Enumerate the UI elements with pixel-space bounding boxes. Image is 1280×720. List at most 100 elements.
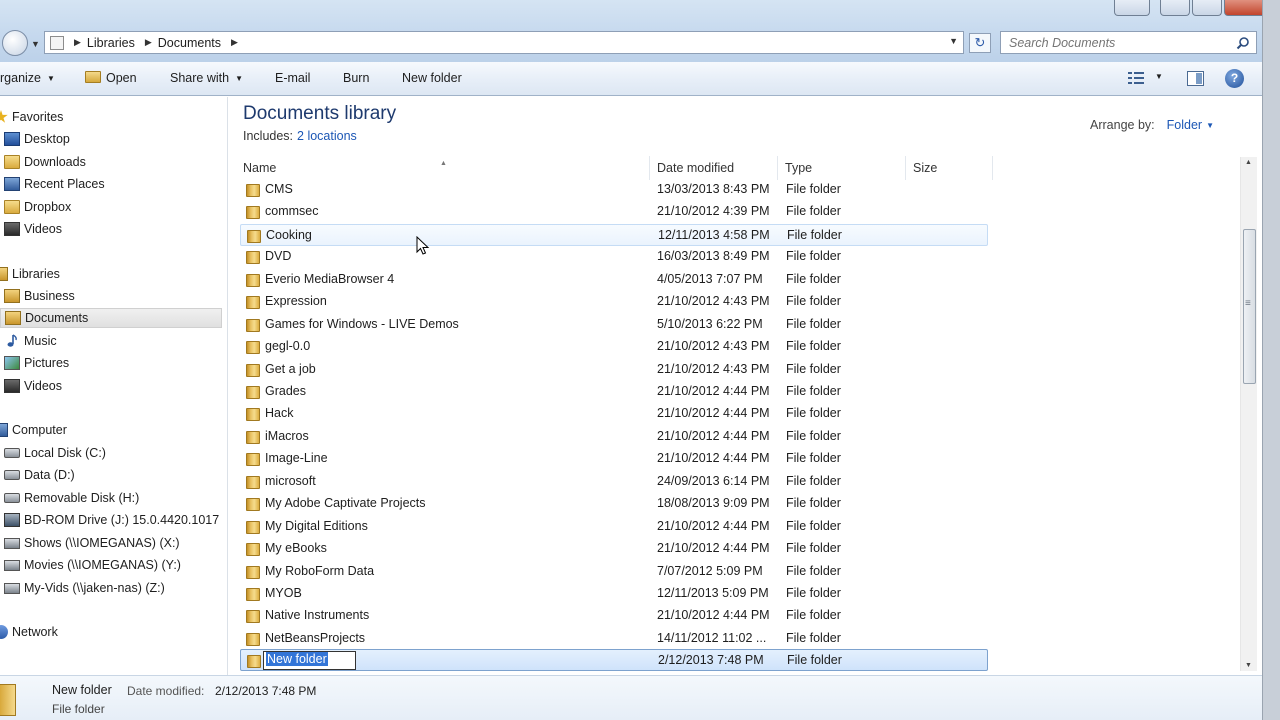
nav-data-d[interactable]: Data (D:) xyxy=(0,465,222,485)
file-type: File folder xyxy=(786,339,841,353)
maximize-button[interactable] xyxy=(1192,0,1222,16)
folder-icon xyxy=(246,566,260,579)
nav-removable-disk-h[interactable]: Removable Disk (H:) xyxy=(0,488,222,508)
nav-favorites[interactable]: Favorites xyxy=(0,107,222,127)
email-button[interactable]: E-mail xyxy=(275,71,310,85)
folder-icon xyxy=(246,633,260,646)
search-box[interactable] xyxy=(1000,31,1257,54)
file-row[interactable]: microsoft 24/09/2013 6:14 PM File folder xyxy=(240,471,988,493)
scroll-up-arrow[interactable]: ▲ xyxy=(1245,159,1252,166)
file-row[interactable]: iMacros 21/10/2012 4:44 PM File folder xyxy=(240,426,988,448)
file-row[interactable]: Image-Line 21/10/2012 4:44 PM File folde… xyxy=(240,448,988,470)
column-header-type[interactable]: Type xyxy=(778,156,906,180)
column-header-size[interactable]: Size xyxy=(906,156,993,180)
nav-recent-places[interactable]: Recent Places xyxy=(0,174,222,194)
nav-downloads[interactable]: Downloads xyxy=(0,152,222,172)
file-row[interactable]: My eBooks 21/10/2012 4:44 PM File folder xyxy=(240,538,988,560)
breadcrumb-libraries[interactable]: Libraries xyxy=(87,36,135,50)
chevron-right-icon[interactable]: ▶ xyxy=(74,37,81,48)
chevron-right-icon[interactable]: ▶ xyxy=(231,37,238,48)
nav-videos-library[interactable]: Videos xyxy=(0,376,222,396)
file-row[interactable]: DVD 16/03/2013 8:49 PM File folder xyxy=(240,246,988,268)
address-history-dropdown[interactable]: ▼ xyxy=(949,36,958,46)
nav-computer[interactable]: Computer xyxy=(0,420,222,440)
file-row[interactable]: Games for Windows - LIVE Demos 5/10/2013… xyxy=(240,314,988,336)
file-row[interactable]: gegl-0.0 21/10/2012 4:43 PM File folder xyxy=(240,336,988,358)
file-row[interactable]: Grades 21/10/2012 4:44 PM File folder xyxy=(240,381,988,403)
file-type: File folder xyxy=(786,294,841,308)
file-row[interactable]: Everio MediaBrowser 4 4/05/2013 7:07 PM … xyxy=(240,269,988,291)
library-icon xyxy=(50,35,64,50)
help-icon[interactable]: ? xyxy=(1225,69,1244,88)
new-folder-button[interactable]: New folder xyxy=(402,71,462,85)
open-button[interactable]: Open xyxy=(85,71,137,85)
minimize-button[interactable] xyxy=(1160,0,1190,16)
nav-desktop[interactable]: Desktop xyxy=(0,129,222,149)
folder-icon xyxy=(247,230,261,243)
file-row[interactable]: MYOB 12/11/2013 5:09 PM File folder xyxy=(240,583,988,605)
file-type: File folder xyxy=(786,608,841,622)
back-button[interactable] xyxy=(2,30,28,56)
nav-business[interactable]: Business xyxy=(0,286,222,306)
scrollbar-thumb[interactable] xyxy=(1243,229,1256,384)
network-drive-icon xyxy=(4,559,20,571)
address-bar[interactable]: ▶ Libraries ▶ Documents ▶ ▼ xyxy=(44,31,964,54)
rename-input[interactable]: New folder xyxy=(263,651,356,670)
includes-locations-link[interactable]: 2 locations xyxy=(297,129,357,143)
preview-pane-icon[interactable] xyxy=(1187,71,1204,86)
file-date: 13/03/2013 8:43 PM xyxy=(657,182,770,196)
search-icon[interactable] xyxy=(1236,36,1250,50)
nav-music[interactable]: Music xyxy=(0,331,222,351)
organize-button[interactable]: rganize ▼ xyxy=(0,71,55,85)
optical-drive-icon xyxy=(4,513,20,527)
file-type: File folder xyxy=(786,384,841,398)
file-row[interactable]: Get a job 21/10/2012 4:43 PM File folder xyxy=(240,359,988,381)
file-row[interactable]: commsec 21/10/2012 4:39 PM File folder xyxy=(240,201,988,223)
vertical-scrollbar[interactable]: ▲ ▼ xyxy=(1240,157,1257,671)
file-row[interactable]: My Adobe Captivate Projects 18/08/2013 9… xyxy=(240,493,988,515)
refresh-button[interactable]: ↻ xyxy=(969,33,991,53)
nav-shows-x[interactable]: Shows (\\IOMEGANAS) (X:) xyxy=(0,533,222,553)
file-row[interactable]: Cooking 12/11/2013 4:58 PM File folder xyxy=(240,224,988,246)
recent-pages-dropdown[interactable]: ▼ xyxy=(31,39,40,49)
file-row[interactable]: CMS 13/03/2013 8:43 PM File folder xyxy=(240,179,988,201)
views-dropdown[interactable]: ▼ xyxy=(1155,72,1163,81)
nav-bd-rom-j[interactable]: BD-ROM Drive (J:) 15.0.4420.1017 xyxy=(0,510,222,530)
breadcrumb-documents[interactable]: Documents xyxy=(158,36,221,50)
file-row[interactable]: My RoboForm Data 7/07/2012 5:09 PM File … xyxy=(240,561,988,583)
nav-documents[interactable]: Documents xyxy=(0,308,222,328)
file-row[interactable]: Hack 21/10/2012 4:44 PM File folder xyxy=(240,403,988,425)
change-view-icon[interactable] xyxy=(1128,71,1144,85)
arrange-by-dropdown[interactable]: Folder xyxy=(1167,118,1202,132)
file-row[interactable]: Expression 21/10/2012 4:43 PM File folde… xyxy=(240,291,988,313)
folder-icon xyxy=(246,319,260,332)
chevron-down-icon: ▼ xyxy=(47,74,55,83)
file-row-selected[interactable]: New folder 2/12/2013 7:48 PM File folder xyxy=(240,649,988,671)
file-date: 12/11/2013 5:09 PM xyxy=(657,586,769,600)
nav-movies-y[interactable]: Movies (\\IOMEGANAS) (Y:) xyxy=(0,555,222,575)
file-name: gegl-0.0 xyxy=(265,339,311,353)
nav-videos-favorite[interactable]: Videos xyxy=(0,219,222,239)
file-row[interactable]: Native Instruments 21/10/2012 4:44 PM Fi… xyxy=(240,605,988,627)
file-row[interactable]: My Digital Editions 21/10/2012 4:44 PM F… xyxy=(240,516,988,538)
folder-icon xyxy=(246,588,260,601)
nav-network[interactable]: Network xyxy=(0,622,222,642)
scroll-down-arrow[interactable]: ▼ xyxy=(1245,662,1252,669)
nav-pictures[interactable]: Pictures xyxy=(0,353,222,373)
file-name: DVD xyxy=(265,249,292,263)
share-with-button[interactable]: Share with ▼ xyxy=(170,71,243,85)
folder-icon xyxy=(246,543,260,556)
burn-button[interactable]: Burn xyxy=(343,71,369,85)
chevron-down-icon[interactable]: ▼ xyxy=(1206,121,1214,130)
taskbar-thumbnail-button[interactable] xyxy=(1114,0,1150,16)
column-header-date-modified[interactable]: Date modified xyxy=(650,156,778,180)
file-row[interactable]: NetBeansProjects 14/11/2012 11:02 ... Fi… xyxy=(240,628,988,650)
chevron-right-icon[interactable]: ▶ xyxy=(145,37,152,48)
nav-local-disk-c[interactable]: Local Disk (C:) xyxy=(0,443,222,463)
search-input[interactable] xyxy=(1009,35,1229,50)
column-header-name[interactable]: Name ▲ xyxy=(236,156,650,180)
nav-libraries[interactable]: Libraries xyxy=(0,264,222,284)
nav-myvids-z[interactable]: My-Vids (\\jaken-nas) (Z:) xyxy=(0,578,222,598)
nav-dropbox[interactable]: Dropbox xyxy=(0,197,222,217)
folder-icon xyxy=(247,655,261,668)
